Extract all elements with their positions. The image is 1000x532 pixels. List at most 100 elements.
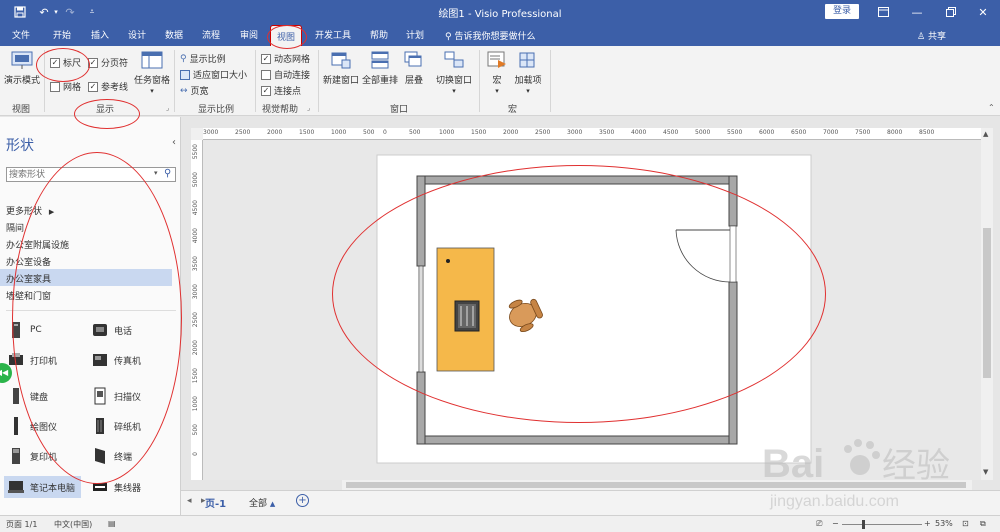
fit-page-icon[interactable]: ⎚ (816, 519, 822, 529)
macro-record-icon[interactable]: ▤ (108, 519, 116, 528)
zoom-slider[interactable] (842, 524, 922, 525)
zoom-label: 显示比例 (189, 55, 226, 65)
collapse-ribbon-icon[interactable]: ⌃ (988, 103, 995, 112)
stencil-office-furniture[interactable]: 办公室家具 (0, 269, 172, 286)
ruler-label: 5500 (727, 129, 743, 136)
zoom-in-icon[interactable]: + (924, 519, 931, 528)
chevron-down-icon[interactable]: ▾ (154, 169, 158, 177)
tab-design[interactable]: 设计 (128, 28, 146, 41)
zoom-level[interactable]: 53% (935, 519, 953, 528)
presentation-mode-button[interactable]: 演示模式 (4, 50, 40, 86)
all-pages-button[interactable]: 全部 ▲ (249, 496, 275, 509)
guides-checkbox[interactable]: ✓ 参考线 (88, 80, 128, 93)
share-button[interactable]: ♙ 共享 (917, 29, 946, 42)
tab-home[interactable]: 开始 (53, 28, 71, 41)
scrollbar-thumb[interactable] (983, 228, 991, 378)
tab-developer[interactable]: 开发工具 (315, 28, 351, 41)
shape-scanner[interactable]: 扫描仪 (92, 385, 141, 407)
shape-label: 打印机 (30, 356, 58, 367)
task-panes-label: 任务窗格 (133, 76, 170, 86)
search-input[interactable] (7, 168, 147, 181)
shape-telephone[interactable]: 电话 (92, 319, 132, 341)
shape-printer[interactable]: 打印机 (8, 349, 57, 371)
minimize-icon[interactable]: — (900, 0, 934, 24)
more-shapes-menu[interactable]: 更多形状 ▶ (0, 201, 172, 218)
tab-review[interactable]: 审阅 (240, 28, 258, 41)
autoconnect-checkbox[interactable]: 自动连接 (261, 68, 310, 81)
stencil-office-accessories[interactable]: 办公室附属设施 (0, 235, 172, 252)
ruler-label: 5000 (695, 129, 711, 136)
page-breaks-checkbox[interactable]: ✓ 分页符 (88, 56, 128, 69)
tab-data[interactable]: 数据 (165, 28, 183, 41)
ruler-label: 7500 (855, 129, 871, 136)
restore-icon[interactable] (934, 0, 968, 24)
language-indicator[interactable]: 中文(中国) (54, 519, 92, 530)
tab-plan[interactable]: 计划 (406, 28, 424, 41)
laptop-shape[interactable] (454, 300, 480, 332)
tab-file[interactable]: 文件 (12, 28, 30, 41)
addons-icon (517, 50, 539, 70)
task-panes-button[interactable]: 任务窗格 ▾ (133, 50, 171, 96)
dialog-launcher-icon[interactable]: ⌟ (166, 104, 169, 112)
divider (318, 50, 319, 112)
ruler-checkbox[interactable]: ✓ 标尺 (50, 56, 81, 69)
page-indicator[interactable]: 页面 1/1 (6, 519, 37, 530)
ruler-label: 标尺 (63, 59, 82, 69)
shape-keyboard[interactable]: 键盘 (8, 385, 48, 407)
window-shape[interactable] (418, 265, 424, 373)
new-window-button[interactable]: 新建窗口 (322, 50, 360, 86)
tab-view[interactable]: 视图 (270, 25, 303, 46)
tell-me-search[interactable]: ⚲ 告诉我你想要做什么 (445, 29, 535, 42)
stencil-walls-doors-windows[interactable]: 墙壁和门窗 (0, 286, 172, 303)
page-width-button[interactable]: ↔ 页宽 (180, 84, 209, 98)
shape-fax[interactable]: 传真机 (92, 349, 141, 371)
shape-plotter[interactable]: 绘图仪 (8, 415, 57, 437)
shape-hub[interactable]: 集线器 (92, 476, 141, 498)
shape-shredder[interactable]: 碎纸机 (92, 415, 141, 437)
stencil-office-equipment[interactable]: 办公室设备 (0, 252, 172, 269)
dynamic-grid-checkbox[interactable]: ✓ 动态网格 (261, 52, 310, 65)
ribbon-display-options-icon[interactable] (866, 0, 900, 24)
prev-page-icon[interactable]: ◂ (187, 496, 192, 506)
shape-copier[interactable]: 复印机 (8, 445, 57, 467)
fit-window-status-icon[interactable]: ⊡ (962, 519, 969, 528)
shape-laptop[interactable]: 笔记本电脑 (4, 476, 82, 498)
cascade-button[interactable]: 层叠 (400, 50, 428, 86)
panel-title: 形状 (6, 138, 34, 154)
share-label: 共享 (927, 32, 946, 42)
addons-label: 加载项 (514, 76, 542, 86)
page-width-icon: ↔ (180, 85, 188, 96)
zoom-slider-thumb[interactable] (862, 520, 865, 529)
arrange-all-button[interactable]: 全部重排 (361, 50, 399, 86)
ruler-label: 4000 (192, 228, 199, 244)
scroll-up-icon[interactable]: ▲ (983, 130, 988, 138)
macros-button[interactable]: 宏 ▾ (484, 50, 510, 96)
zoom-button[interactable]: ⚲ 显示比例 (180, 52, 226, 66)
switch-windows-button[interactable]: 切换窗口 ▾ (434, 50, 474, 96)
collapse-panel-icon[interactable]: ‹ (172, 137, 176, 148)
tab-insert[interactable]: 插入 (91, 28, 109, 41)
addons-button[interactable]: 加载项 ▾ (512, 50, 544, 96)
tab-process[interactable]: 流程 (202, 28, 220, 41)
dynamic-grid-check-icon: ✓ (261, 53, 271, 64)
scanner-icon (92, 386, 108, 406)
add-page-button[interactable]: + (296, 494, 309, 507)
stencil-cubicles[interactable]: 隔间 (0, 218, 172, 235)
fit-to-window-button[interactable]: 适应窗口大小 (180, 68, 247, 81)
tab-help[interactable]: 帮助 (370, 28, 388, 41)
shape-label: 碎纸机 (114, 422, 142, 433)
search-shapes-box[interactable]: ▾ ⚲ (6, 167, 176, 182)
page-tab-1[interactable]: 页-1 (205, 495, 226, 510)
shape-terminal[interactable]: 终端 (92, 445, 132, 467)
dialog-launcher-icon[interactable]: ⌟ (307, 104, 310, 112)
ruler-label: 500 (363, 129, 375, 136)
grid-checkbox[interactable]: 网格 (50, 80, 81, 93)
switch-windows-label: 切换窗口 (435, 76, 472, 86)
switch-windows-status-icon[interactable]: ⧉ (980, 519, 986, 529)
login-button[interactable]: 登录 (825, 4, 859, 19)
shape-pc[interactable]: PC (8, 319, 42, 341)
zoom-out-icon[interactable]: − (832, 519, 839, 528)
search-icon[interactable]: ⚲ (164, 168, 171, 179)
connection-points-checkbox[interactable]: ✓ 连接点 (261, 84, 301, 97)
close-icon[interactable]: ✕ (966, 0, 1000, 24)
